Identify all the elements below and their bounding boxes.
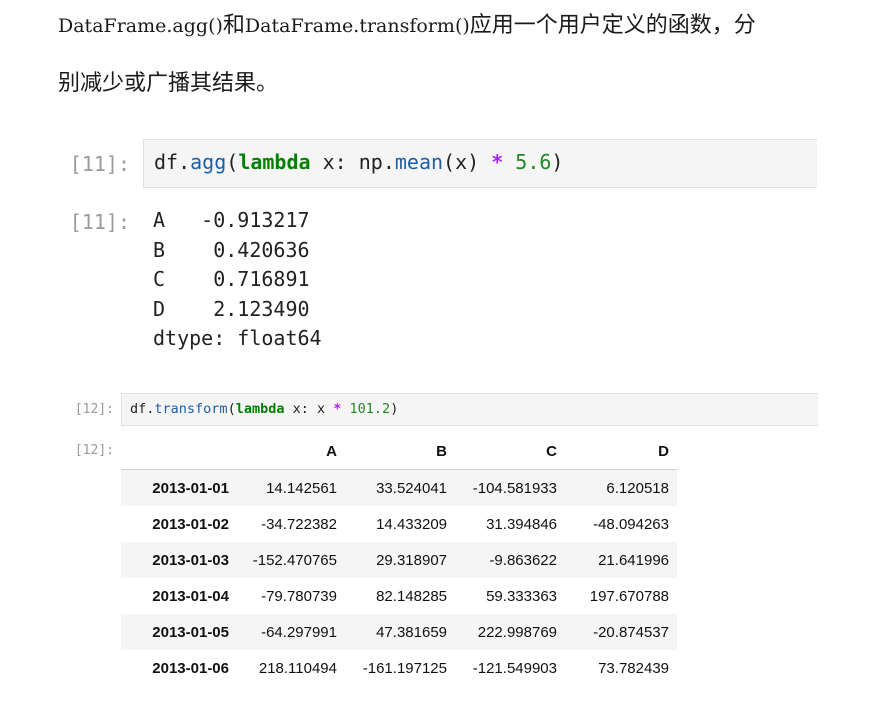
series-label: A bbox=[153, 208, 166, 232]
table-cell: -121.549903 bbox=[472, 659, 557, 677]
table-cell: 82.148285 bbox=[376, 587, 447, 605]
table-row: 2013-01-02 -34.722382 14.433209 31.39484… bbox=[121, 506, 677, 542]
series-label: B bbox=[153, 237, 166, 262]
code-token: ) bbox=[551, 150, 564, 174]
series-row: B 0.420636 bbox=[153, 236, 322, 266]
table-row: 2013-01-05 -64.297991 47.381659 222.9987… bbox=[121, 614, 677, 650]
series-label: D bbox=[153, 296, 166, 321]
code-token: agg bbox=[190, 150, 227, 174]
table-cell: -79.780739 bbox=[261, 587, 337, 605]
table-header-row: A B C D bbox=[121, 433, 677, 470]
table-cell: 29.318907 bbox=[376, 551, 447, 569]
table-cell: 47.381659 bbox=[376, 623, 447, 641]
table-cell: 33.524041 bbox=[376, 479, 447, 497]
table-cell: -152.470765 bbox=[252, 551, 337, 569]
table-cell: 14.433209 bbox=[376, 515, 447, 533]
cell-11-output-prompt: [11]: bbox=[69, 210, 130, 234]
code-token: lambda bbox=[235, 401, 285, 417]
table-cell: -9.863622 bbox=[489, 551, 557, 569]
series-value: 2.123490 bbox=[213, 296, 310, 321]
cell-11-code-input[interactable]: df.agg(lambda x: np.mean(x) * 5.6) bbox=[143, 139, 817, 188]
code-token: mean bbox=[394, 150, 444, 174]
table-cell: 21.641996 bbox=[598, 551, 669, 569]
row-index: 2013-01-02 bbox=[152, 515, 229, 533]
code-token: lambda bbox=[238, 150, 311, 174]
table-cell: 6.120518 bbox=[606, 479, 669, 497]
row-index: 2013-01-01 bbox=[152, 479, 229, 497]
table-cell: 218.110494 bbox=[258, 659, 337, 677]
table-cell: 31.394846 bbox=[486, 515, 557, 533]
cell-12-code-input[interactable]: df.transform(lambda x: x * 101.2) bbox=[121, 393, 818, 426]
code-token: (x) bbox=[443, 150, 492, 174]
cell-11-output: A -0.913217 B 0.420636 C 0.716891 D 2.12… bbox=[153, 206, 322, 354]
inline-code-agg: DataFrame.agg() bbox=[58, 15, 223, 37]
code-token: df bbox=[154, 150, 179, 174]
table-row: 2013-01-01 14.142561 33.524041 -104.5819… bbox=[121, 469, 677, 506]
series-label: C bbox=[153, 267, 166, 291]
column-header: A bbox=[237, 433, 345, 470]
table-cell: -48.094263 bbox=[593, 515, 669, 533]
table-cell: 59.333363 bbox=[486, 587, 557, 605]
series-row: A -0.913217 bbox=[153, 206, 322, 236]
code-token: . bbox=[382, 150, 395, 174]
code-token: ( bbox=[226, 150, 239, 174]
dataframe-output-table: A B C D 2013-01-01 14.142561 33.524041 -… bbox=[121, 433, 677, 686]
table-row: 2013-01-03 -152.470765 29.318907 -9.8636… bbox=[121, 542, 677, 578]
column-header: B bbox=[345, 433, 455, 470]
index-header bbox=[121, 433, 237, 470]
description-line-1: DataFrame.agg()和DataFrame.transform()应用一… bbox=[58, 12, 756, 40]
row-index: 2013-01-05 bbox=[152, 623, 229, 641]
code-token: transform bbox=[154, 401, 228, 417]
description-line-2: 别减少或广播其结果。 bbox=[58, 71, 279, 96]
table-cell: 14.142561 bbox=[266, 479, 337, 497]
series-value: -0.913217 bbox=[201, 208, 310, 232]
code-token: * bbox=[491, 150, 504, 174]
code-token: ( bbox=[227, 401, 236, 417]
code-token: 5.6 bbox=[515, 150, 552, 174]
table-row: 2013-01-06 218.110494 -161.197125 -121.5… bbox=[121, 650, 677, 686]
code-token: . bbox=[178, 150, 191, 174]
inline-code-transform: DataFrame.transform() bbox=[244, 15, 470, 37]
code-token: x: x bbox=[284, 401, 334, 417]
cell-12-input-prompt: [12]: bbox=[74, 402, 114, 417]
row-index: 2013-01-03 bbox=[152, 551, 229, 569]
code-token: ) bbox=[390, 401, 399, 417]
column-header: C bbox=[455, 433, 565, 470]
row-index: 2013-01-04 bbox=[152, 587, 229, 605]
table-row: 2013-01-04 -79.780739 82.148285 59.33336… bbox=[121, 578, 677, 614]
table-cell: 197.670788 bbox=[589, 587, 669, 605]
cell-12-output-prompt: [12]: bbox=[74, 443, 114, 458]
code-token: df bbox=[130, 401, 147, 417]
cell-11-input-prompt: [11]: bbox=[69, 152, 130, 176]
code-token: x: np bbox=[310, 150, 383, 174]
table-cell: 73.782439 bbox=[598, 659, 669, 677]
table-cell: -161.197125 bbox=[362, 659, 447, 677]
code-token: 101.2 bbox=[349, 401, 391, 417]
table-cell: -64.297991 bbox=[261, 623, 337, 641]
series-value: 0.420636 bbox=[213, 237, 310, 262]
series-dtype: dtype: float64 bbox=[153, 326, 322, 350]
row-index: 2013-01-06 bbox=[152, 659, 229, 677]
description-text: 和 bbox=[222, 13, 245, 38]
description-text: 应用一个用户定义的函数，分 bbox=[469, 13, 756, 38]
series-value: 0.716891 bbox=[213, 267, 310, 291]
table-cell: -20.874537 bbox=[593, 623, 669, 641]
series-row: D 2.123490 bbox=[153, 295, 322, 325]
column-header: D bbox=[565, 433, 677, 470]
series-row: C 0.716891 bbox=[153, 265, 322, 295]
table-cell: 222.998769 bbox=[477, 623, 557, 641]
table-cell: -104.581933 bbox=[472, 479, 557, 497]
table-cell: -34.722382 bbox=[261, 515, 337, 533]
